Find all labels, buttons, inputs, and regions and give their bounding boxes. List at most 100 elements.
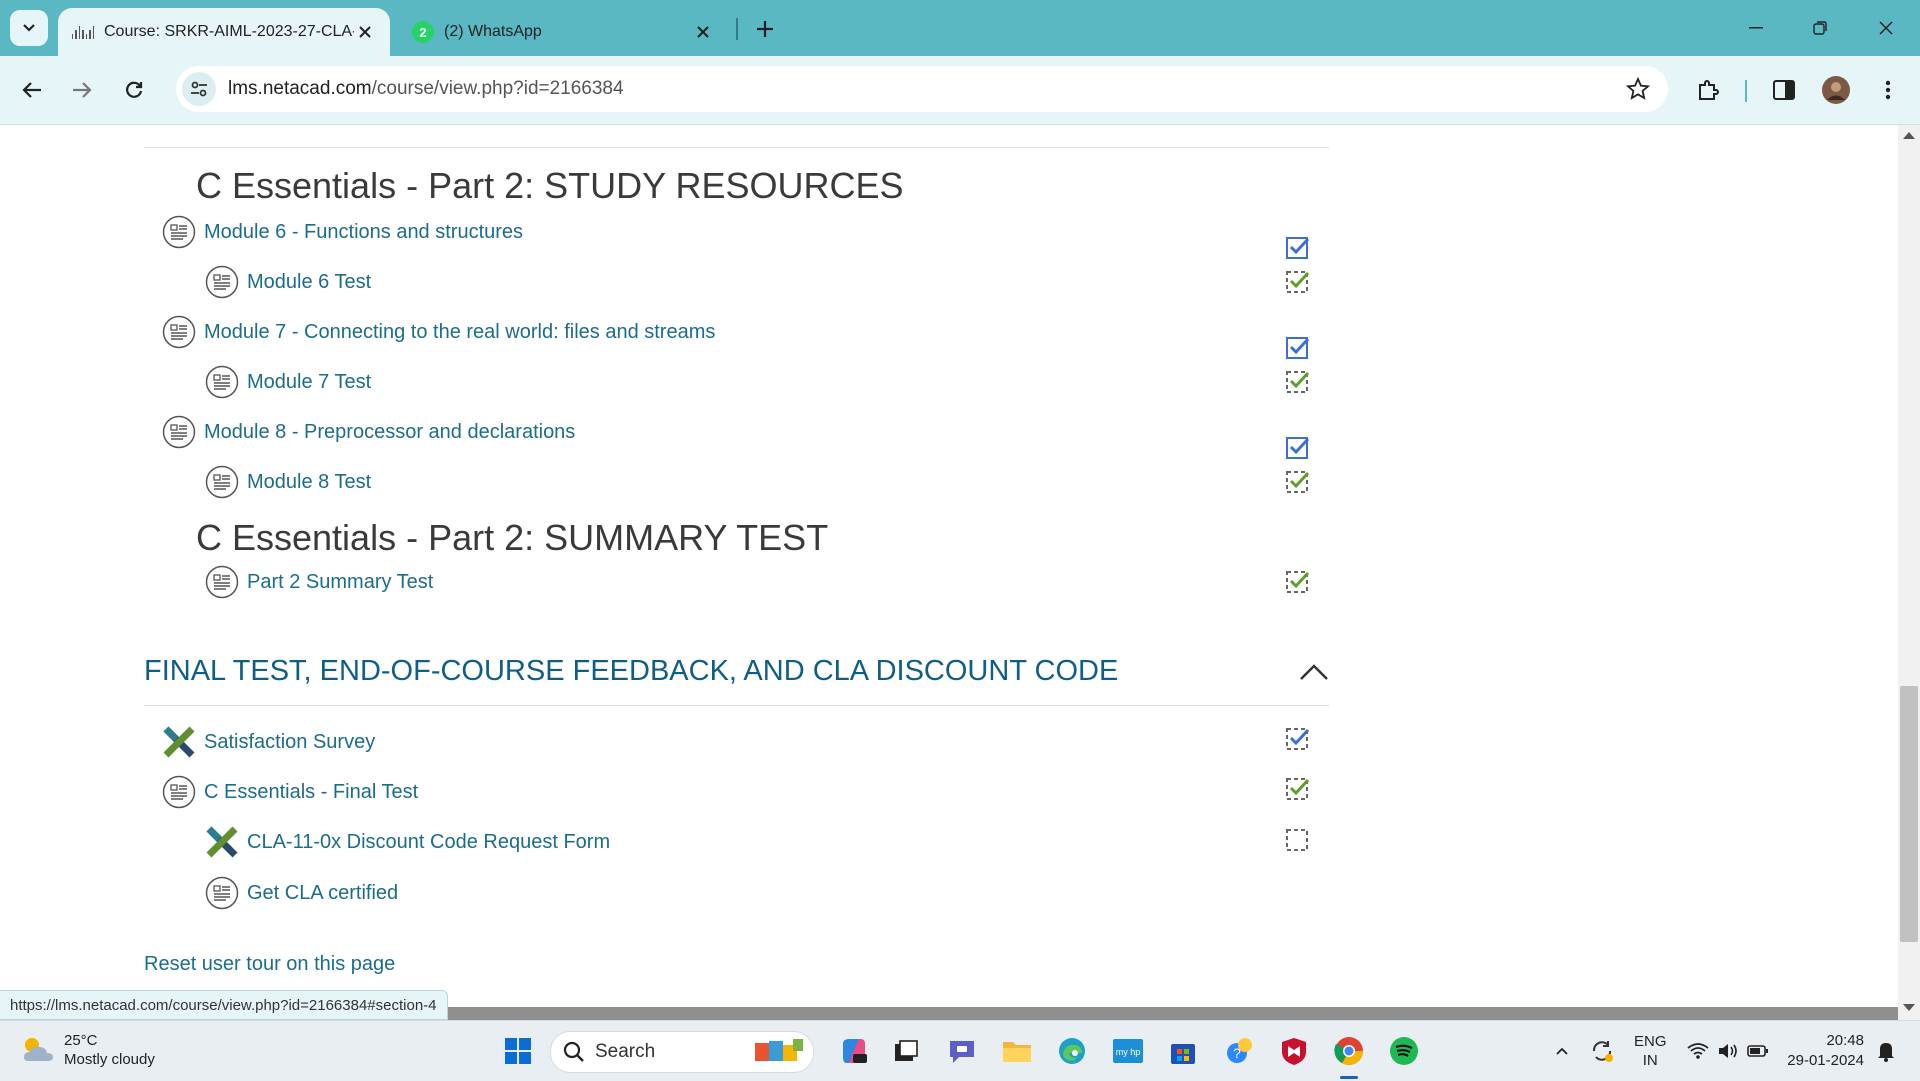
activity-module-8-test[interactable]: Module 8 Test — [205, 465, 371, 499]
clock-date: 29-01-2024 — [1787, 1052, 1864, 1069]
scroll-up-arrow-icon[interactable] — [1903, 132, 1915, 139]
activity-label[interactable]: CLA-11-0x Discount Code Request Form — [247, 831, 610, 854]
activity-module-8[interactable]: Module 8 - Preprocessor and declarations — [162, 415, 575, 449]
profile-avatar[interactable] — [1818, 72, 1854, 108]
clock[interactable]: 20:48 29-01-2024 — [1787, 1031, 1864, 1071]
activity-label[interactable]: Module 8 Test — [247, 471, 371, 494]
activity-module-7-test[interactable]: Module 7 Test — [205, 365, 371, 399]
spotify-app[interactable] — [1386, 1033, 1422, 1069]
activity-discount-code-form[interactable]: CLA-11-0x Discount Code Request Form — [205, 825, 610, 859]
activity-label[interactable]: Module 6 Test — [247, 271, 371, 294]
activity-module-7[interactable]: Module 7 - Connecting to the real world:… — [162, 315, 715, 349]
tips-app[interactable]: ? — [1222, 1033, 1258, 1069]
taskbar-search[interactable]: Search — [550, 1031, 814, 1073]
checkbox-checked-icon[interactable] — [1285, 468, 1311, 494]
chevron-up-icon[interactable] — [1298, 661, 1330, 683]
teams-app[interactable] — [944, 1033, 980, 1069]
active-app-indicator — [1340, 1076, 1358, 1079]
restore-button[interactable] — [1800, 12, 1840, 44]
file-explorer-app[interactable] — [999, 1033, 1035, 1069]
scroll-down-arrow-icon[interactable] — [1903, 1004, 1915, 1011]
section-divider — [144, 705, 1329, 706]
close-icon[interactable] — [354, 21, 376, 43]
quick-settings-button[interactable] — [1680, 1033, 1776, 1069]
address-bar[interactable]: lms.netacad.com/course/view.php?id=21663… — [176, 66, 1668, 112]
myhp-app[interactable]: my hp — [1110, 1033, 1146, 1069]
sync-tray-icon[interactable] — [1584, 1033, 1620, 1069]
activity-get-cla-certified[interactable]: Get CLA certified — [205, 876, 398, 910]
back-button[interactable] — [14, 72, 50, 108]
reset-user-tour-link[interactable]: Reset user tour on this page — [144, 953, 395, 976]
activity-label[interactable]: Module 7 Test — [247, 371, 371, 394]
chrome-app[interactable] — [1331, 1033, 1367, 1069]
menu-button[interactable] — [1870, 72, 1906, 108]
arrow-right-icon — [73, 82, 92, 98]
site-info-button[interactable] — [182, 72, 216, 106]
study-resources-heading: C Essentials - Part 2: STUDY RESOURCES — [196, 165, 904, 206]
section-title-final[interactable]: FINAL TEST, END-OF-COURSE FEEDBACK, AND … — [144, 655, 1118, 688]
tab-whatsapp[interactable]: 2 (2) WhatsApp — [398, 8, 728, 56]
scrollbar-thumb[interactable] — [1900, 686, 1918, 942]
activity-module-6[interactable]: Module 6 - Functions and structures — [162, 215, 523, 249]
chrome-icon — [1334, 1037, 1363, 1065]
notifications-button[interactable] — [1868, 1033, 1904, 1069]
checkbox-checked-icon[interactable] — [1285, 334, 1311, 360]
forward-button[interactable] — [64, 72, 100, 108]
url-path: /course/view.php?id=2166384 — [371, 78, 624, 99]
activity-label[interactable]: Get CLA certified — [247, 882, 398, 905]
whatsapp-icon: 2 — [412, 21, 434, 43]
language-indicator[interactable]: ENG IN — [1634, 1032, 1667, 1070]
side-panel-button[interactable] — [1766, 72, 1802, 108]
edge-app[interactable] — [1054, 1033, 1090, 1069]
shield-icon — [1282, 1038, 1306, 1065]
activity-label[interactable]: Satisfaction Survey — [204, 731, 375, 754]
checkbox-checked-icon[interactable] — [1285, 268, 1311, 294]
url-text: lms.netacad.com/course/view.php?id=21663… — [228, 78, 624, 100]
page-icon — [162, 215, 196, 249]
show-hidden-icons-button[interactable] — [1544, 1033, 1580, 1069]
activity-label[interactable]: Module 6 - Functions and structures — [204, 221, 523, 244]
activity-final-test[interactable]: C Essentials - Final Test — [162, 775, 418, 809]
checkbox-checked-icon[interactable] — [1285, 725, 1311, 751]
activity-satisfaction-survey[interactable]: Satisfaction Survey — [162, 725, 375, 759]
checkbox-checked-icon[interactable] — [1285, 775, 1311, 801]
checkbox-checked-icon[interactable] — [1285, 368, 1311, 394]
reload-button[interactable] — [116, 72, 152, 108]
minimize-button[interactable] — [1736, 12, 1776, 44]
weather-widget[interactable]: 25°C Mostly cloudy — [20, 1031, 155, 1069]
close-icon[interactable] — [692, 21, 714, 43]
page-icon — [205, 365, 239, 399]
browser-tab-strip: Course: SRKR-AIML-2023-27-CLA- 2 (2) Wha… — [0, 0, 1920, 56]
summary-test-heading: C Essentials - Part 2: SUMMARY TEST — [196, 517, 829, 558]
task-view-app[interactable] — [888, 1033, 924, 1069]
tab-course[interactable]: Course: SRKR-AIML-2023-27-CLA- — [58, 8, 390, 56]
svg-text:?: ? — [1233, 1045, 1241, 1061]
tune-icon — [191, 81, 207, 97]
checkbox-checked-icon[interactable] — [1285, 234, 1311, 260]
bookmark-star-icon[interactable] — [1626, 77, 1650, 101]
minimize-icon — [1749, 27, 1763, 29]
tab-title: (2) WhatsApp — [444, 23, 542, 40]
tab-search-button[interactable] — [10, 10, 48, 46]
checkbox-checked-icon[interactable] — [1285, 434, 1311, 460]
activity-part-2-summary-test[interactable]: Part 2 Summary Test — [205, 565, 433, 599]
start-button[interactable] — [500, 1033, 536, 1069]
checkbox-checked-icon[interactable] — [1285, 568, 1311, 594]
page-icon — [205, 465, 239, 499]
extensions-button[interactable] — [1690, 72, 1726, 108]
activity-module-6-test[interactable]: Module 6 Test — [205, 265, 371, 299]
activity-label[interactable]: Module 8 - Preprocessor and declarations — [204, 421, 575, 444]
activity-label[interactable]: Part 2 Summary Test — [247, 571, 433, 594]
svg-text:my hp: my hp — [1116, 1047, 1141, 1057]
weather-desc: Mostly cloudy — [64, 1051, 155, 1068]
activity-label[interactable]: C Essentials - Final Test — [204, 781, 418, 804]
new-tab-button[interactable] — [750, 14, 780, 44]
mcafee-app[interactable] — [1276, 1033, 1312, 1069]
close-window-button[interactable] — [1866, 12, 1906, 44]
checkbox-unchecked-icon[interactable] — [1285, 826, 1311, 852]
microsoft-store-app[interactable] — [1165, 1033, 1201, 1069]
search-icon — [563, 1041, 584, 1062]
copilot-app[interactable] — [836, 1033, 872, 1069]
activity-label[interactable]: Module 7 - Connecting to the real world:… — [204, 321, 715, 344]
volume-icon — [1719, 1044, 1737, 1058]
